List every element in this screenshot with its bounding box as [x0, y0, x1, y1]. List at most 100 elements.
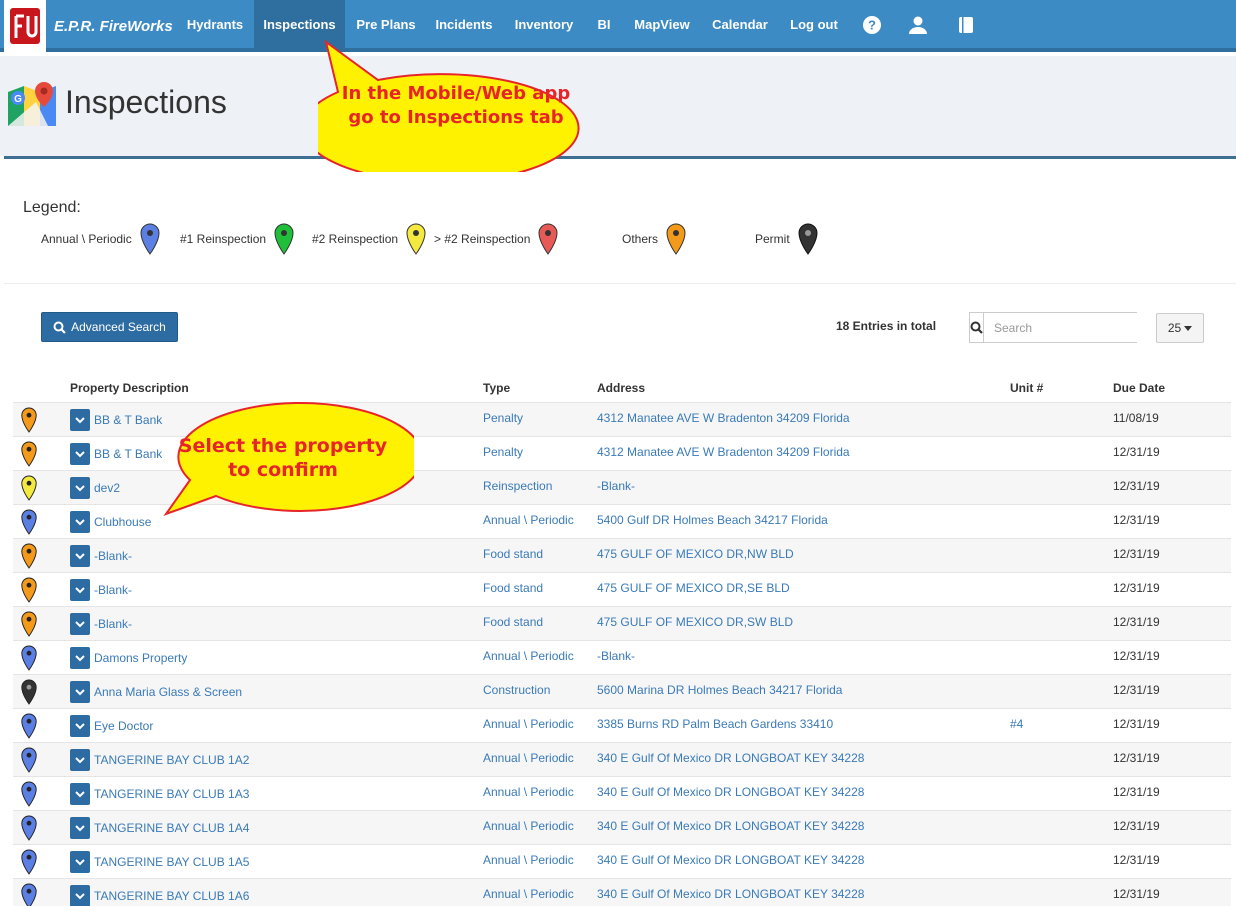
type-link[interactable]: Annual \ Periodic — [483, 649, 574, 663]
column-header-type[interactable]: Type — [483, 381, 510, 395]
table-row[interactable]: TANGERINE BAY CLUB 1A2 Annual \ Periodic… — [13, 742, 1231, 776]
chevron-down-icon — [75, 688, 85, 695]
property-description-link[interactable]: TANGERINE BAY CLUB 1A6 — [94, 889, 249, 903]
type-link[interactable]: Penalty — [483, 411, 523, 425]
type-link[interactable]: Food stand — [483, 581, 543, 595]
user-icon[interactable] — [908, 15, 928, 35]
address-link[interactable]: 340 E Gulf Of Mexico DR LONGBOAT KEY 342… — [597, 853, 864, 867]
address-link[interactable]: 475 GULF OF MEXICO DR,SW BLD — [597, 615, 793, 629]
table-row[interactable]: TANGERINE BAY CLUB 1A3 Annual \ Periodic… — [13, 776, 1231, 810]
help-icon[interactable]: ? — [862, 15, 882, 35]
expand-row-button[interactable] — [70, 477, 90, 499]
due-date: 12/31/19 — [1113, 479, 1160, 493]
property-description-link[interactable]: Eye Doctor — [94, 719, 153, 733]
type-link[interactable]: Construction — [483, 683, 550, 697]
column-header-description[interactable]: Property Description — [70, 381, 189, 395]
expand-row-button[interactable] — [70, 681, 90, 703]
address-link[interactable]: 340 E Gulf Of Mexico DR LONGBOAT KEY 342… — [597, 887, 864, 901]
table-row[interactable]: Damons Property Annual \ Periodic -Blank… — [13, 640, 1231, 674]
legend-label: Permit — [755, 232, 790, 246]
type-link[interactable]: Penalty — [483, 445, 523, 459]
type-link[interactable]: Reinspection — [483, 479, 552, 493]
expand-row-button[interactable] — [70, 647, 90, 669]
type-link[interactable]: Annual \ Periodic — [483, 785, 574, 799]
address-link[interactable]: 475 GULF OF MEXICO DR,SE BLD — [597, 581, 790, 595]
expand-row-button[interactable] — [70, 409, 90, 431]
expand-row-button[interactable] — [70, 885, 90, 906]
legend-divider — [4, 283, 1236, 284]
map-pin-icon — [666, 223, 686, 255]
address-link[interactable]: -Blank- — [597, 479, 635, 493]
address-link[interactable]: 4312 Manatee AVE W Bradenton 34209 Flori… — [597, 445, 850, 459]
property-description-link[interactable]: -Blank- — [94, 549, 132, 563]
expand-row-button[interactable] — [70, 817, 90, 839]
property-description-link[interactable]: BB & T Bank — [94, 413, 162, 427]
brand[interactable]: E.P.R. FireWorks — [0, 0, 173, 54]
due-date: 12/31/19 — [1113, 785, 1160, 799]
table-row[interactable]: TANGERINE BAY CLUB 1A4 Annual \ Periodic… — [13, 810, 1231, 844]
page-size-dropdown[interactable]: 25 — [1156, 313, 1204, 343]
address-link[interactable]: 4312 Manatee AVE W Bradenton 34209 Flori… — [597, 411, 850, 425]
property-description-link[interactable]: TANGERINE BAY CLUB 1A4 — [94, 821, 249, 835]
property-description-link[interactable]: BB & T Bank — [94, 447, 162, 461]
property-description-link[interactable]: Clubhouse — [94, 515, 151, 529]
advanced-search-button[interactable]: Advanced Search — [41, 312, 178, 342]
table-row[interactable]: TANGERINE BAY CLUB 1A5 Annual \ Periodic… — [13, 844, 1231, 878]
column-header-due-date[interactable]: Due Date — [1113, 381, 1165, 395]
table-row[interactable]: TANGERINE BAY CLUB 1A6 Annual \ Periodic… — [13, 878, 1231, 906]
expand-row-button[interactable] — [70, 579, 90, 601]
property-description-link[interactable]: TANGERINE BAY CLUB 1A3 — [94, 787, 249, 801]
unit-link[interactable]: #4 — [1010, 717, 1023, 731]
table-row[interactable]: -Blank- Food stand 475 GULF OF MEXICO DR… — [13, 538, 1231, 572]
property-description-link[interactable]: Anna Maria Glass & Screen — [94, 685, 242, 699]
page-title: Inspections — [65, 84, 227, 120]
nav-calendar[interactable]: Calendar — [706, 0, 774, 48]
book-icon[interactable] — [956, 15, 976, 35]
property-description-link[interactable]: TANGERINE BAY CLUB 1A2 — [94, 753, 249, 767]
table-row[interactable]: -Blank- Food stand 475 GULF OF MEXICO DR… — [13, 572, 1231, 606]
nav-hydrants[interactable]: Hydrants — [180, 0, 250, 48]
table-row[interactable]: Anna Maria Glass & Screen Construction 5… — [13, 674, 1231, 708]
type-link[interactable]: Food stand — [483, 547, 543, 561]
nav-mapview[interactable]: MapView — [628, 0, 696, 48]
type-link[interactable]: Annual \ Periodic — [483, 853, 574, 867]
expand-row-button[interactable] — [70, 715, 90, 737]
expand-row-button[interactable] — [70, 749, 90, 771]
property-description-link[interactable]: -Blank- — [94, 617, 132, 631]
type-link[interactable]: Annual \ Periodic — [483, 513, 574, 527]
table-row[interactable]: -Blank- Food stand 475 GULF OF MEXICO DR… — [13, 606, 1231, 640]
type-link[interactable]: Annual \ Periodic — [483, 819, 574, 833]
property-description-link[interactable]: TANGERINE BAY CLUB 1A5 — [94, 855, 249, 869]
search-addon[interactable] — [970, 313, 984, 342]
expand-row-button[interactable] — [70, 511, 90, 533]
address-link[interactable]: 475 GULF OF MEXICO DR,NW BLD — [597, 547, 794, 561]
property-description-link[interactable]: Damons Property — [94, 651, 187, 665]
column-header-address[interactable]: Address — [597, 381, 645, 395]
address-link[interactable]: 3385 Burns RD Palm Beach Gardens 33410 — [597, 717, 833, 731]
expand-row-button[interactable] — [70, 783, 90, 805]
address-link[interactable]: 340 E Gulf Of Mexico DR LONGBOAT KEY 342… — [597, 751, 864, 765]
column-header-unit[interactable]: Unit # — [1010, 381, 1043, 395]
due-date: 12/31/19 — [1113, 445, 1160, 459]
search-input[interactable] — [984, 313, 1149, 342]
expand-row-button[interactable] — [70, 443, 90, 465]
address-link[interactable]: -Blank- — [597, 649, 635, 663]
address-link[interactable]: 5400 Gulf DR Holmes Beach 34217 Florida — [597, 513, 828, 527]
google-maps-icon: G — [8, 82, 56, 133]
address-link[interactable]: 340 E Gulf Of Mexico DR LONGBOAT KEY 342… — [597, 785, 864, 799]
nav-logout[interactable]: Log out — [784, 0, 844, 48]
address-link[interactable]: 340 E Gulf Of Mexico DR LONGBOAT KEY 342… — [597, 819, 864, 833]
table-row[interactable]: Eye Doctor Annual \ Periodic 3385 Burns … — [13, 708, 1231, 742]
address-link[interactable]: 5600 Marina DR Holmes Beach 34217 Florid… — [597, 683, 842, 697]
type-link[interactable]: Food stand — [483, 615, 543, 629]
due-date: 12/31/19 — [1113, 853, 1160, 867]
type-link[interactable]: Annual \ Periodic — [483, 751, 574, 765]
type-link[interactable]: Annual \ Periodic — [483, 717, 574, 731]
type-link[interactable]: Annual \ Periodic — [483, 887, 574, 901]
map-pin-icon — [21, 407, 37, 438]
expand-row-button[interactable] — [70, 851, 90, 873]
property-description-link[interactable]: -Blank- — [94, 583, 132, 597]
expand-row-button[interactable] — [70, 545, 90, 567]
expand-row-button[interactable] — [70, 613, 90, 635]
property-description-link[interactable]: dev2 — [94, 481, 120, 495]
